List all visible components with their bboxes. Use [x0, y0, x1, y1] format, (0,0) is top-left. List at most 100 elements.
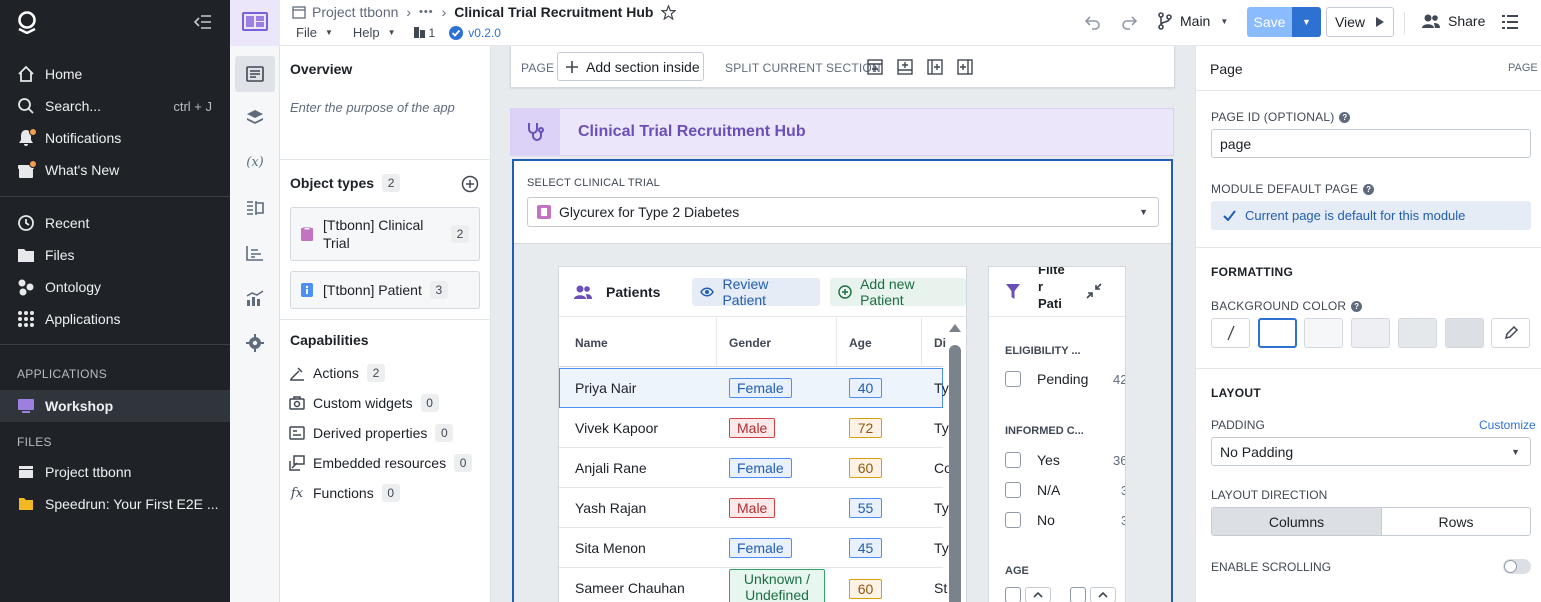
save-options-button[interactable]: ▼	[1292, 7, 1321, 37]
selected-section[interactable]: SELECT CLINICAL TRIAL Glycurex for Type …	[512, 159, 1173, 602]
nav-ontology[interactable]: Ontology	[0, 271, 230, 303]
nav-recent[interactable]: Recent	[0, 207, 230, 239]
branch-selector[interactable]: Main ▼	[1158, 12, 1228, 30]
table-row[interactable]: Sita Menon Female 45 Ty	[559, 528, 949, 568]
rows-option[interactable]: Rows	[1382, 508, 1530, 535]
chevron-up-icon[interactable]	[1025, 587, 1051, 602]
split-bottom-icon[interactable]	[897, 59, 913, 75]
customize-link[interactable]: Customize	[1479, 418, 1536, 432]
file-menu[interactable]: File	[296, 25, 317, 40]
split-left-icon[interactable]	[927, 59, 943, 75]
age-max-input[interactable]	[1070, 587, 1086, 602]
breadcrumb-more[interactable]: •••	[419, 6, 434, 18]
trial-select[interactable]: Glycurex for Type 2 Diabetes ▼	[527, 197, 1159, 227]
chevron-up-icon[interactable]	[1090, 587, 1116, 602]
swatch-none[interactable]	[1211, 318, 1250, 348]
star-icon[interactable]	[661, 4, 677, 20]
split-top-icon[interactable]	[867, 59, 883, 75]
overview-description[interactable]: Enter the purpose of the app	[290, 100, 455, 115]
table-row[interactable]: Yash Rajan Male 55 Ty	[559, 488, 949, 528]
enable-scrolling-switch[interactable]	[1503, 559, 1531, 574]
table-row[interactable]: Sameer Chauhan Unknown / Undefined 60 St	[559, 568, 947, 602]
redo-icon[interactable]	[1121, 14, 1137, 30]
version-label[interactable]: v0.2.0	[468, 26, 501, 40]
checkbox[interactable]	[1005, 371, 1021, 387]
help-menu[interactable]: Help	[353, 25, 380, 40]
filter-option[interactable]: Yes 36	[1005, 452, 1125, 468]
object-type-card[interactable]: [Ttbonn] Patient 3	[290, 271, 480, 309]
help-icon[interactable]: ?	[1363, 183, 1375, 195]
custom-color-button[interactable]	[1491, 318, 1530, 348]
help-icon[interactable]: ?	[1339, 111, 1351, 123]
collapse-sidebar-icon[interactable]	[194, 14, 212, 30]
swatch-white[interactable]	[1258, 318, 1297, 348]
overview-rail-button[interactable]	[235, 56, 275, 92]
table-row[interactable]: Vivek Kapoor Male 72 Ty	[559, 408, 949, 448]
padding-select[interactable]: No Padding ▼	[1211, 437, 1531, 466]
cell-name: Vivek Kapoor	[575, 419, 659, 436]
nav-files[interactable]: Files	[0, 239, 230, 271]
swatch-light-gray-4[interactable]	[1445, 318, 1484, 348]
undo-icon[interactable]	[1085, 14, 1101, 30]
columns-option[interactable]: Columns	[1212, 508, 1382, 535]
capability-functions[interactable]: fx Functions 0	[288, 482, 400, 504]
checkbox[interactable]	[1005, 512, 1021, 528]
variables-rail-button[interactable]: (x)	[235, 144, 275, 180]
swatch-light-gray-2[interactable]	[1351, 318, 1390, 348]
capability-derived-properties[interactable]: Derived properties 0	[288, 422, 454, 444]
stethoscope-icon	[527, 122, 545, 142]
layout-rail-button[interactable]	[235, 190, 275, 226]
help-icon[interactable]: ?	[1351, 300, 1363, 312]
save-button[interactable]: Save	[1247, 7, 1292, 37]
age-min-stepper[interactable]	[1005, 587, 1051, 602]
table-row[interactable]: Priya Nair Female 40 Ty	[559, 368, 949, 408]
swatch-light-gray-3[interactable]	[1398, 318, 1437, 348]
filter-option[interactable]: Pending 42	[1005, 371, 1125, 387]
page-id-input[interactable]: page	[1211, 129, 1531, 158]
filter-option[interactable]: No 3	[1005, 512, 1125, 528]
column-header-name[interactable]: Name	[575, 336, 608, 350]
data-rail-button[interactable]	[235, 235, 275, 271]
age-min-input[interactable]	[1005, 587, 1021, 602]
nav-workshop[interactable]: Workshop	[0, 390, 230, 422]
filter-option[interactable]: N/A 3	[1005, 482, 1125, 498]
view-button[interactable]: View	[1326, 7, 1394, 37]
hub-header[interactable]: Clinical Trial Recruitment Hub	[510, 108, 1174, 156]
collapse-icon[interactable]	[1086, 283, 1102, 299]
scrollbar-thumb[interactable]	[949, 345, 961, 602]
nav-home[interactable]: Home	[0, 58, 230, 90]
workshop-app-icon[interactable]	[230, 0, 280, 46]
age-max-stepper[interactable]	[1070, 587, 1116, 602]
breadcrumb-project[interactable]: Project ttbonn	[312, 4, 398, 20]
divider	[280, 159, 490, 160]
table-scrollbar[interactable]	[945, 323, 965, 602]
chart-rail-button[interactable]	[235, 280, 275, 316]
column-header-age[interactable]: Age	[849, 336, 872, 350]
add-section-button[interactable]: Add section inside	[557, 52, 704, 81]
table-row[interactable]: Anjali Rane Female 60 Co	[559, 448, 952, 488]
nav-search[interactable]: Search... ctrl + J	[0, 90, 230, 122]
swatch-light-gray-1[interactable]	[1304, 318, 1343, 348]
list-menu-icon[interactable]	[1502, 14, 1518, 30]
object-type-card[interactable]: [Ttbonn] Clinical Trial 2	[290, 207, 480, 261]
checkbox[interactable]	[1005, 482, 1021, 498]
review-patient-button[interactable]: Review Patient	[692, 276, 821, 308]
add-object-type-icon[interactable]	[461, 175, 479, 193]
nav-divider	[0, 344, 230, 345]
share-button[interactable]: Share	[1422, 13, 1485, 29]
nav-notifications[interactable]: Notifications	[0, 122, 230, 154]
nav-whats-new[interactable]: What's New	[0, 154, 230, 186]
column-header-gender[interactable]: Gender	[729, 336, 771, 350]
capability-custom-widgets[interactable]: Custom widgets 0	[288, 392, 439, 414]
capability-embedded-resources[interactable]: Embedded resources 0	[288, 452, 473, 474]
nav-applications[interactable]: Applications	[0, 303, 230, 335]
palantir-logo-icon[interactable]	[16, 10, 38, 34]
split-right-icon[interactable]	[957, 59, 973, 75]
settings-rail-button[interactable]	[235, 325, 275, 361]
nav-speedrun[interactable]: Speedrun: Your First E2E ...	[0, 488, 230, 520]
checkbox[interactable]	[1005, 452, 1021, 468]
nav-project[interactable]: Project ttbonn	[0, 456, 230, 488]
layers-rail-button[interactable]	[235, 100, 275, 136]
capability-actions[interactable]: Actions 2	[288, 362, 385, 384]
add-patient-button[interactable]: Add new Patient	[830, 276, 966, 308]
